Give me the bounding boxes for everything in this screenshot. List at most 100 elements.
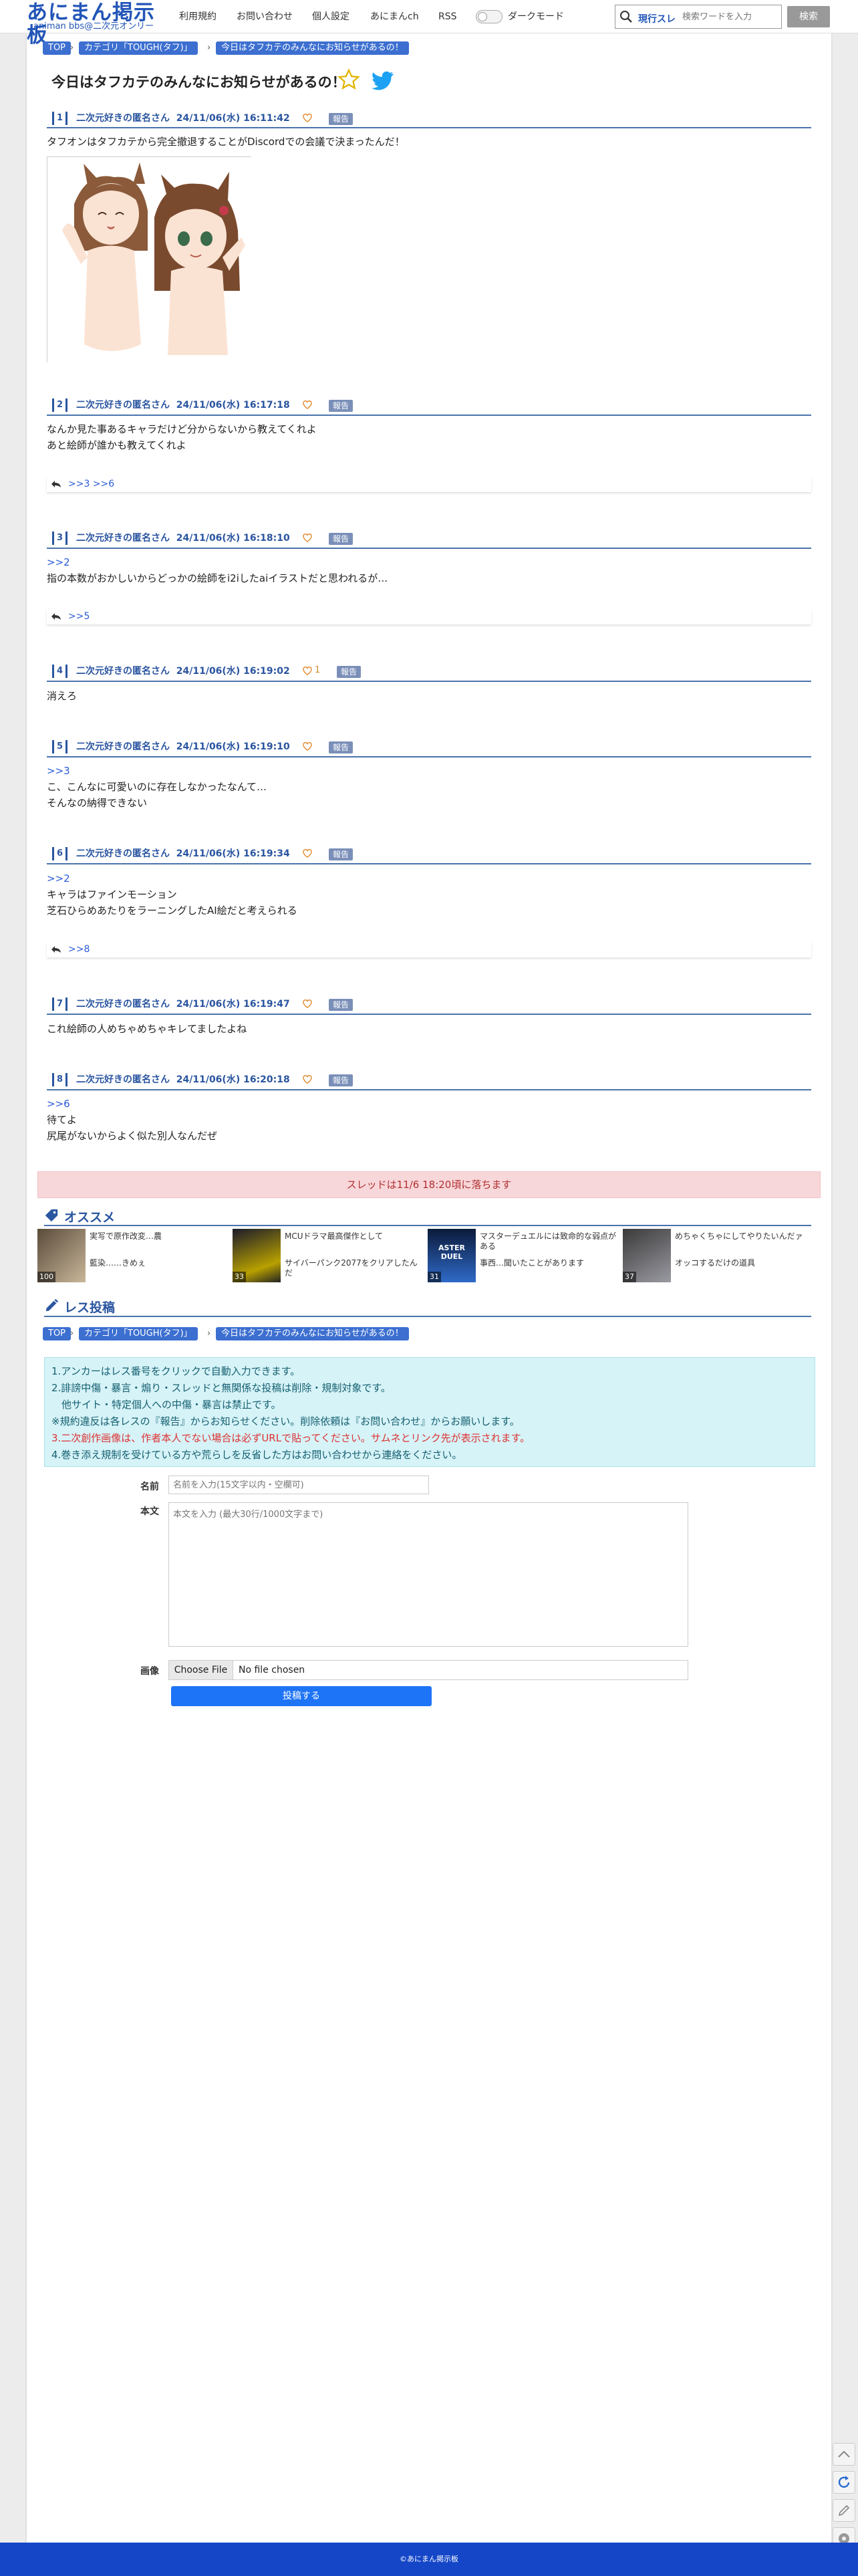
post-number[interactable]: 6 [52, 847, 68, 860]
post-number[interactable]: 3 [52, 532, 68, 545]
twitter-share-icon[interactable] [372, 71, 394, 91]
report-button[interactable]: 報告 [329, 848, 353, 860]
post-body: >>2 指の本数がおかしいからどっかの絵師をi2iしたaiイラストだと思われるが… [47, 554, 809, 586]
post-number[interactable]: 1 [52, 112, 68, 125]
reply-anchor-links[interactable]: >>3 >>6 [68, 477, 114, 491]
reply-links-bar: >>3 >>6 [47, 476, 811, 492]
post-text-line: 指の本数がおかしいからどっかの絵師をi2iしたaiイラストだと思われるが… [47, 572, 388, 584]
image-file-input[interactable]: Choose File No file chosen [168, 1660, 688, 1680]
like-heart-icon[interactable] [302, 532, 313, 544]
scroll-top-button[interactable] [833, 2443, 855, 2466]
reply-anchor[interactable]: >>2 [47, 554, 809, 570]
report-button[interactable]: 報告 [329, 1074, 353, 1086]
report-button[interactable]: 報告 [329, 400, 353, 412]
search-icon [620, 11, 632, 23]
res-count: 100 [37, 1272, 55, 1282]
reply-anchor[interactable]: >>6 [47, 1096, 809, 1112]
res-count: 37 [623, 1272, 636, 1282]
recommend-thumbnail: 100 [37, 1229, 86, 1282]
like-heart-icon[interactable] [302, 112, 313, 124]
reload-button[interactable] [833, 2471, 855, 2494]
notice-line-warning: 3.二次創作画像は、作者本人でない場合は必ずURLで貼ってください。サムネとリン… [51, 1432, 531, 1444]
report-button[interactable]: 報告 [329, 533, 353, 545]
post-date: 24/11/06(水) 16:19:02 [176, 666, 290, 677]
poster-name: 二次元好きの匿名さん 24/11/06(水) 16:17:18 [76, 398, 290, 412]
reply-arrow-icon [51, 481, 61, 487]
like-heart-icon[interactable] [302, 398, 313, 411]
body-textarea[interactable] [168, 1502, 688, 1647]
reply-anchor[interactable]: >>2 [47, 870, 809, 887]
post-image[interactable] [47, 156, 252, 363]
recommend-item[interactable]: 33 MCUドラマ最高傑作として サイバーパンク2077をクリアしたんだ [233, 1229, 424, 1282]
like-heart-icon[interactable] [302, 740, 313, 752]
nav-animanch[interactable]: あにまんch [370, 11, 419, 22]
site-header: あにまん掲示板 animan bbs@二次元オンリー 利用規約 お問い合わせ 個… [0, 0, 858, 47]
search-button[interactable]: 検索 [787, 6, 830, 27]
favorite-star-icon[interactable] [337, 68, 360, 91]
pencil-icon [838, 2504, 850, 2516]
post-header: 4 二次元好きの匿名さん 24/11/06(水) 16:19:02 1 報告 [47, 663, 811, 679]
breadcrumb-category[interactable]: カテゴリ「TOUGH(タフ)」 [79, 41, 198, 55]
thread-expiry-notice: スレッドは11/6 18:20頃に落ちます [37, 1171, 821, 1198]
recommend-title: オススメ [64, 1210, 116, 1225]
breadcrumb-separator: › [207, 43, 211, 53]
like-heart-icon[interactable] [302, 847, 313, 859]
site-logo[interactable]: あにまん掲示板 animan bbs@二次元オンリー [27, 1, 170, 47]
breadcrumb-top[interactable]: TOP [43, 1327, 72, 1340]
post-divider [47, 548, 811, 549]
reload-icon [838, 2476, 850, 2488]
post-body: >>2 キャラはファインモーション 芝石ひらめあたりをラーニングしたAI絵だと考… [47, 870, 809, 919]
search-scope-label[interactable]: 現行スレ [638, 12, 676, 25]
poster-name-text: 二次元好きの匿名さん [76, 400, 170, 411]
reply-anchor[interactable]: >>3 [47, 763, 809, 779]
report-button[interactable]: 報告 [329, 113, 353, 125]
report-button[interactable]: 報告 [329, 999, 353, 1011]
poster-name: 二次元好きの匿名さん 24/11/06(水) 16:19:47 [76, 998, 290, 1011]
post-header: 1 二次元好きの匿名さん 24/11/06(水) 16:11:42 報告 [47, 110, 811, 126]
post-body: これ絵師の人めちゃめちゃキレてましたよね [47, 1021, 809, 1037]
post-number[interactable]: 7 [52, 998, 68, 1011]
search-input[interactable] [682, 8, 779, 25]
post-number[interactable]: 2 [52, 398, 68, 412]
recommend-item[interactable]: 100 実写で原作改変…農 藍染……きめぇ [37, 1229, 229, 1282]
thumbnail-caption: ASTER DUEL [438, 1244, 465, 1261]
breadcrumb-thread[interactable]: 今日はタフカテのみんなにお知らせがあるの！ [216, 41, 409, 55]
recommend-item[interactable]: 37 めちゃくちゃにしてやりたいんだァ オッコするだけの道具 [623, 1229, 814, 1282]
choose-file-button[interactable]: Choose File [169, 1661, 233, 1679]
recommend-item[interactable]: ASTER DUEL 31 マスターデュエルには致命的な弱点がある 事西…聞いたこ… [428, 1229, 619, 1282]
nav-rss[interactable]: RSS [438, 11, 457, 22]
posting-rules-notice: 1.アンカーはレス番号をクリックで自動入力できます。 2.誹謗中傷・暴言・煽り・… [44, 1357, 815, 1467]
recommend-item-title: オッコするだけの道具 [675, 1258, 756, 1268]
dark-mode-label: ダークモード [508, 11, 564, 22]
post-number[interactable]: 8 [52, 1073, 68, 1086]
breadcrumb-category[interactable]: カテゴリ「TOUGH(タフ)」 [79, 1327, 198, 1340]
submit-post-button[interactable]: 投稿する [171, 1686, 432, 1706]
like-heart-icon[interactable] [302, 1073, 313, 1085]
post-number[interactable]: 4 [52, 665, 68, 678]
poster-name: 二次元好きの匿名さん 24/11/06(水) 16:18:10 [76, 532, 290, 545]
reply-links-bar: >>5 [47, 608, 811, 624]
reply-anchor-links[interactable]: >>8 [68, 943, 90, 956]
breadcrumb-separator: › [207, 1328, 211, 1338]
res-count: 33 [233, 1272, 246, 1282]
poster-name-text: 二次元好きの匿名さん [76, 533, 170, 544]
post-number[interactable]: 5 [52, 740, 68, 753]
like-heart-icon[interactable] [302, 998, 313, 1010]
nav-contact[interactable]: お問い合わせ [237, 11, 293, 22]
reply-anchor-links[interactable]: >>5 [68, 610, 90, 623]
dark-mode-toggle[interactable] [476, 10, 503, 23]
breadcrumb-top[interactable]: TOP [43, 41, 72, 55]
like-heart-icon[interactable] [302, 665, 313, 677]
nav-settings[interactable]: 個人設定 [312, 11, 349, 22]
file-status: No file chosen [239, 1665, 305, 1675]
write-post-button[interactable] [833, 2499, 855, 2522]
post-date: 24/11/06(水) 16:20:18 [176, 1074, 290, 1085]
report-button[interactable]: 報告 [337, 666, 362, 678]
post-body: なんか見た事あるキャラだけど分からないから教えてくれよ あと絵師が誰かも教えてく… [47, 421, 809, 453]
report-button[interactable]: 報告 [329, 741, 353, 753]
breadcrumb-thread[interactable]: 今日はタフカテのみんなにお知らせがあるの！ [216, 1327, 409, 1340]
nav-terms[interactable]: 利用規約 [179, 11, 217, 22]
recommend-item-title: 実写で原作改変…農 [90, 1232, 162, 1241]
res-count: 31 [428, 1272, 441, 1282]
name-input[interactable] [168, 1476, 429, 1494]
